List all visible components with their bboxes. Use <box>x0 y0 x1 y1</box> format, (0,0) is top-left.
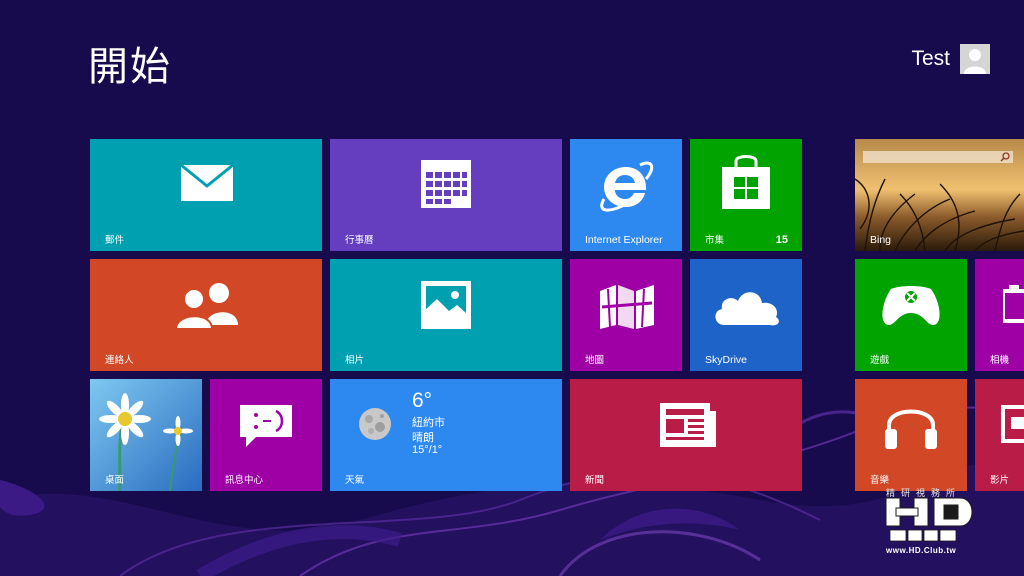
watermark-url: www.HD.Club.tw <box>886 546 957 555</box>
tile-messaging[interactable]: 訊息中心 <box>210 379 322 491</box>
headphones-icon <box>885 409 937 449</box>
tile-label: SkyDrive <box>705 354 748 366</box>
tile-label: 影片 <box>990 475 1010 486</box>
hdclub-logo-icon <box>885 497 973 542</box>
tile-games[interactable]: 遊戲 <box>855 259 967 371</box>
tile-calendar[interactable]: 行事曆 <box>330 139 562 251</box>
tile-maps[interactable]: 地圖 <box>570 259 682 371</box>
internet-explorer-icon <box>600 161 654 212</box>
tile-video[interactable]: 影片 <box>975 379 1024 491</box>
moon-icon <box>359 408 391 440</box>
tile-label: 連絡人 <box>105 355 134 366</box>
weather-condition: 晴朗 <box>412 431 434 444</box>
tile-label: 相片 <box>345 355 365 366</box>
tile-label: 地圖 <box>585 355 605 366</box>
tile-camera[interactable]: 相機 <box>975 259 1024 371</box>
weather-temperature: 6° <box>412 389 433 412</box>
tile-bing[interactable]: Bing <box>855 139 1024 251</box>
tile-people[interactable]: 連絡人 <box>90 259 322 371</box>
tile-music[interactable]: 音樂 <box>855 379 967 491</box>
tile-label: 相機 <box>990 355 1010 366</box>
tile-label: 郵件 <box>105 235 125 246</box>
tile-internet-explorer[interactable]: Internet Explorer <box>570 139 682 251</box>
video-icon <box>1001 405 1024 443</box>
tile-label: 桌面 <box>105 475 125 486</box>
page-title: 開始 <box>88 44 172 90</box>
tile-label: 市集 <box>705 235 725 246</box>
tile-news[interactable]: 新聞 <box>570 379 802 491</box>
user-name: Test <box>911 47 950 70</box>
people-icon <box>174 283 238 329</box>
user-account[interactable]: Test <box>911 44 990 74</box>
shopping-bag-icon <box>722 155 770 209</box>
bing-search-box-icon[interactable] <box>863 151 1013 163</box>
user-avatar-icon <box>960 44 990 74</box>
tile-label: 天氣 <box>345 475 365 486</box>
calendar-icon <box>421 160 471 208</box>
tile-weather[interactable]: 6° 紐約市 晴朗 15°/1° 天氣 <box>330 379 562 491</box>
tile-photos[interactable]: 相片 <box>330 259 562 371</box>
tile-label: Bing <box>870 234 892 246</box>
tile-mail[interactable]: 郵件 <box>90 139 322 251</box>
tile-label: 行事曆 <box>345 235 374 246</box>
store-update-badge: 15 <box>775 234 788 246</box>
weather-range: 15°/1° <box>412 444 443 456</box>
envelope-icon <box>180 164 234 201</box>
chat-bubble-icon <box>240 405 292 447</box>
hdclub-watermark: 精研視務所 www.HD.Club.tw <box>880 486 980 560</box>
map-icon <box>600 285 654 329</box>
tile-label: Internet Explorer <box>585 234 663 246</box>
weather-city: 紐約市 <box>412 416 445 429</box>
photo-icon <box>421 281 471 329</box>
tile-label: 新聞 <box>585 475 605 486</box>
camera-icon <box>1003 285 1024 323</box>
newspaper-icon <box>660 403 716 447</box>
xbox-controller-icon <box>882 286 940 325</box>
tile-label: 音樂 <box>870 475 890 486</box>
tile-label: 遊戲 <box>870 355 890 366</box>
tile-store[interactable]: 市集 15 <box>690 139 802 251</box>
cloud-icon <box>715 292 779 326</box>
tile-label: 訊息中心 <box>225 475 264 486</box>
tile-skydrive[interactable]: SkyDrive <box>690 259 802 371</box>
tile-desktop[interactable]: 桌面 <box>90 379 202 491</box>
